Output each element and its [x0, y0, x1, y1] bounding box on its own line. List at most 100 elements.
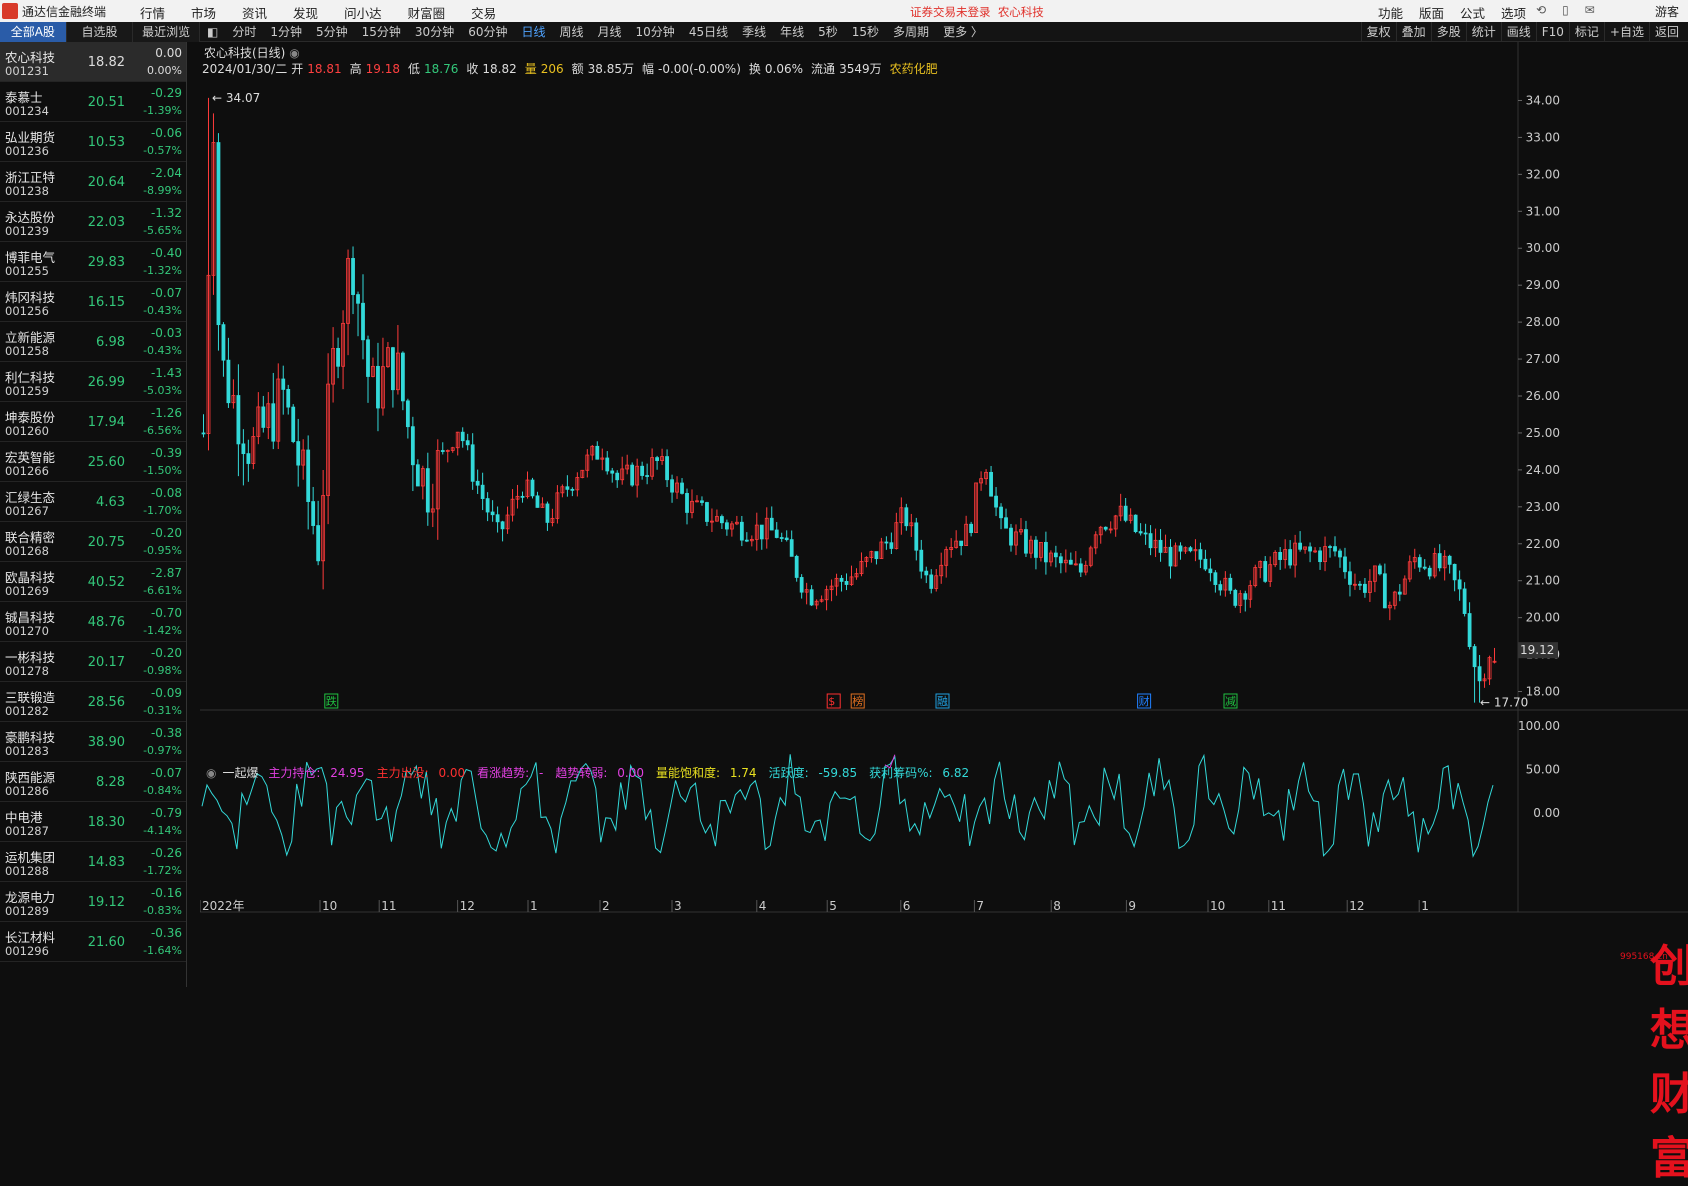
- stock-change-pct: 0.00%: [147, 64, 182, 77]
- watchlist-row[interactable]: 陕西能源 001286 8.28 -0.07 -0.84%: [0, 762, 186, 802]
- indicator-settings-icon[interactable]: ◉: [206, 766, 216, 780]
- tool-button[interactable]: 标记: [1568, 22, 1604, 42]
- watchlist-row[interactable]: 弘业期货 001236 10.53 -0.06 -0.57%: [0, 122, 186, 162]
- menu-item-discover[interactable]: 发现: [293, 3, 318, 22]
- watchlist-row[interactable]: 泰慕士 001234 20.51 -0.29 -1.39%: [0, 82, 186, 122]
- period-tab[interactable]: 多周期: [886, 22, 936, 42]
- stock-price: 40.52: [87, 575, 125, 590]
- menu-item-ask[interactable]: 问小达: [344, 3, 382, 22]
- candle-body: [1397, 591, 1402, 595]
- stock-change-pct: -0.98%: [143, 664, 182, 677]
- stock-change: -0.03: [150, 326, 182, 340]
- candle-body: [415, 464, 420, 487]
- tab-recent[interactable]: 最近浏览: [133, 22, 201, 42]
- period-tab[interactable]: 分时: [225, 22, 263, 42]
- menu-item-market[interactable]: 行情: [140, 3, 165, 22]
- stock-price: 20.51: [87, 95, 125, 110]
- watchlist-row[interactable]: 永达股份 001239 22.03 -1.32 -5.65%: [0, 202, 186, 242]
- tool-button[interactable]: 叠加: [1395, 22, 1431, 42]
- stock-change-pct: -0.97%: [143, 744, 182, 757]
- menu-item-options[interactable]: 选项: [1501, 3, 1526, 22]
- candle-body: [999, 506, 1003, 519]
- watchlist-row[interactable]: 坤泰股份 001260 17.94 -1.26 -6.56%: [0, 402, 186, 442]
- candle-body: [226, 359, 231, 404]
- indicator-value: 量能饱和度: 1.74: [655, 766, 757, 780]
- settings-icon[interactable]: ◉: [289, 46, 299, 60]
- stock-price: 19.12: [87, 895, 125, 910]
- watchlist-row[interactable]: 三联锻造 001282 28.56 -0.09 -0.31%: [0, 682, 186, 722]
- menu-item-layout[interactable]: 版面: [1419, 3, 1444, 22]
- watchlist-row[interactable]: 一彬科技 001278 20.17 -0.20 -0.98%: [0, 642, 186, 682]
- watchlist-row[interactable]: 博菲电气 001255 29.83 -0.40 -1.32%: [0, 242, 186, 282]
- menu-item-function[interactable]: 功能: [1378, 3, 1403, 22]
- candle-body: [1328, 546, 1332, 548]
- watchlist-row[interactable]: 宏英智能 001266 25.60 -0.39 -1.50%: [0, 442, 186, 482]
- period-tab[interactable]: 月线: [591, 22, 629, 42]
- candle-body: [724, 522, 729, 530]
- quote-high: 19.18: [365, 62, 400, 76]
- tool-button[interactable]: 复权: [1360, 22, 1396, 42]
- period-tab[interactable]: 季线: [735, 22, 773, 42]
- refresh-icon[interactable]: ⟲: [1536, 3, 1546, 17]
- candlestick-chart[interactable]: 34.0033.0032.0031.0030.0029.0028.0027.00…: [200, 42, 1688, 987]
- period-tab[interactable]: 60分钟: [461, 22, 514, 42]
- mail-icon[interactable]: ✉: [1585, 3, 1595, 17]
- tool-button[interactable]: +自选: [1603, 22, 1649, 42]
- menu-item-trade[interactable]: 交易: [471, 3, 496, 22]
- watchlist-row[interactable]: 炜冈科技 001256 16.15 -0.07 -0.43%: [0, 282, 186, 322]
- period-tab[interactable]: 年线: [773, 22, 811, 42]
- candle-body: [680, 482, 684, 494]
- period-tab[interactable]: 15分钟: [355, 22, 408, 42]
- period-tab[interactable]: 45日线: [682, 22, 735, 42]
- candle-body: [994, 495, 998, 508]
- watchlist-row[interactable]: 长江材料 001296 21.60 -0.36 -1.64%: [0, 922, 186, 962]
- period-tab[interactable]: 周线: [553, 22, 591, 42]
- candle-body: [914, 522, 919, 551]
- tool-button[interactable]: 统计: [1465, 22, 1501, 42]
- trade-login-notice[interactable]: 证券交易未登录 农心科技: [910, 4, 1044, 20]
- watchlist-row[interactable]: 欧晶科技 001269 40.52 -2.87 -6.61%: [0, 562, 186, 602]
- watchlist-row[interactable]: 联合精密 001268 20.75 -0.20 -0.95%: [0, 522, 186, 562]
- stock-change-pct: -1.32%: [143, 264, 182, 277]
- menu-item-formula[interactable]: 公式: [1460, 3, 1485, 22]
- menu-item-wealth[interactable]: 财富圈: [408, 3, 446, 22]
- menu-item-markets[interactable]: 市场: [191, 3, 216, 22]
- period-tab[interactable]: 1分钟: [263, 22, 309, 42]
- stock-change: -1.43: [150, 366, 182, 380]
- candle-body: [1103, 526, 1108, 530]
- stock-price: 21.60: [87, 935, 125, 950]
- panel-toggle-icon[interactable]: ◧: [200, 22, 225, 42]
- menu-item-news[interactable]: 资讯: [242, 3, 267, 22]
- watchlist-row[interactable]: 农心科技 001231 18.82 0.00 0.00%: [0, 42, 186, 82]
- candle-body: [1208, 568, 1213, 574]
- watchlist-row[interactable]: 龙源电力 001289 19.12 -0.16 -0.83%: [0, 882, 186, 922]
- stock-change: 0.00: [155, 46, 182, 60]
- period-tab[interactable]: 日线: [514, 22, 552, 42]
- watchlist-row[interactable]: 豪鹏科技 001283 38.90 -0.38 -0.97%: [0, 722, 186, 762]
- watchlist-row[interactable]: 中电港 001287 18.30 -0.79 -4.14%: [0, 802, 186, 842]
- watchlist-row[interactable]: 立新能源 001258 6.98 -0.03 -0.43%: [0, 322, 186, 362]
- period-tab[interactable]: 5分钟: [309, 22, 355, 42]
- phone-icon[interactable]: ▯: [1562, 3, 1569, 17]
- tool-button[interactable]: 画线: [1500, 22, 1536, 42]
- period-tab[interactable]: 更多 〉: [936, 22, 990, 42]
- guest-user[interactable]: 游客: [1655, 3, 1679, 20]
- tool-button[interactable]: 返回: [1648, 22, 1684, 42]
- time-tick-label: 3: [674, 899, 682, 913]
- watchlist-row[interactable]: 运机集团 001288 14.83 -0.26 -1.72%: [0, 842, 186, 882]
- candle-body: [490, 511, 495, 516]
- tab-all-a-shares[interactable]: 全部A股: [0, 22, 67, 42]
- period-tab[interactable]: 15秒: [845, 22, 886, 42]
- tool-button[interactable]: 多股: [1430, 22, 1466, 42]
- candle-body: [989, 471, 993, 497]
- tab-favorites[interactable]: 自选股: [67, 22, 134, 42]
- period-tab[interactable]: 10分钟: [629, 22, 682, 42]
- watchlist-row[interactable]: 汇绿生态 001267 4.63 -0.08 -1.70%: [0, 482, 186, 522]
- watchlist-row[interactable]: 铖昌科技 001270 48.76 -0.70 -1.42%: [0, 602, 186, 642]
- candle-body: [844, 580, 849, 585]
- watchlist-row[interactable]: 利仁科技 001259 26.99 -1.43 -5.03%: [0, 362, 186, 402]
- period-tab[interactable]: 30分钟: [408, 22, 461, 42]
- tool-button[interactable]: F10: [1535, 22, 1569, 42]
- watchlist-row[interactable]: 浙江正特 001238 20.64 -2.04 -8.99%: [0, 162, 186, 202]
- period-tab[interactable]: 5秒: [811, 22, 845, 42]
